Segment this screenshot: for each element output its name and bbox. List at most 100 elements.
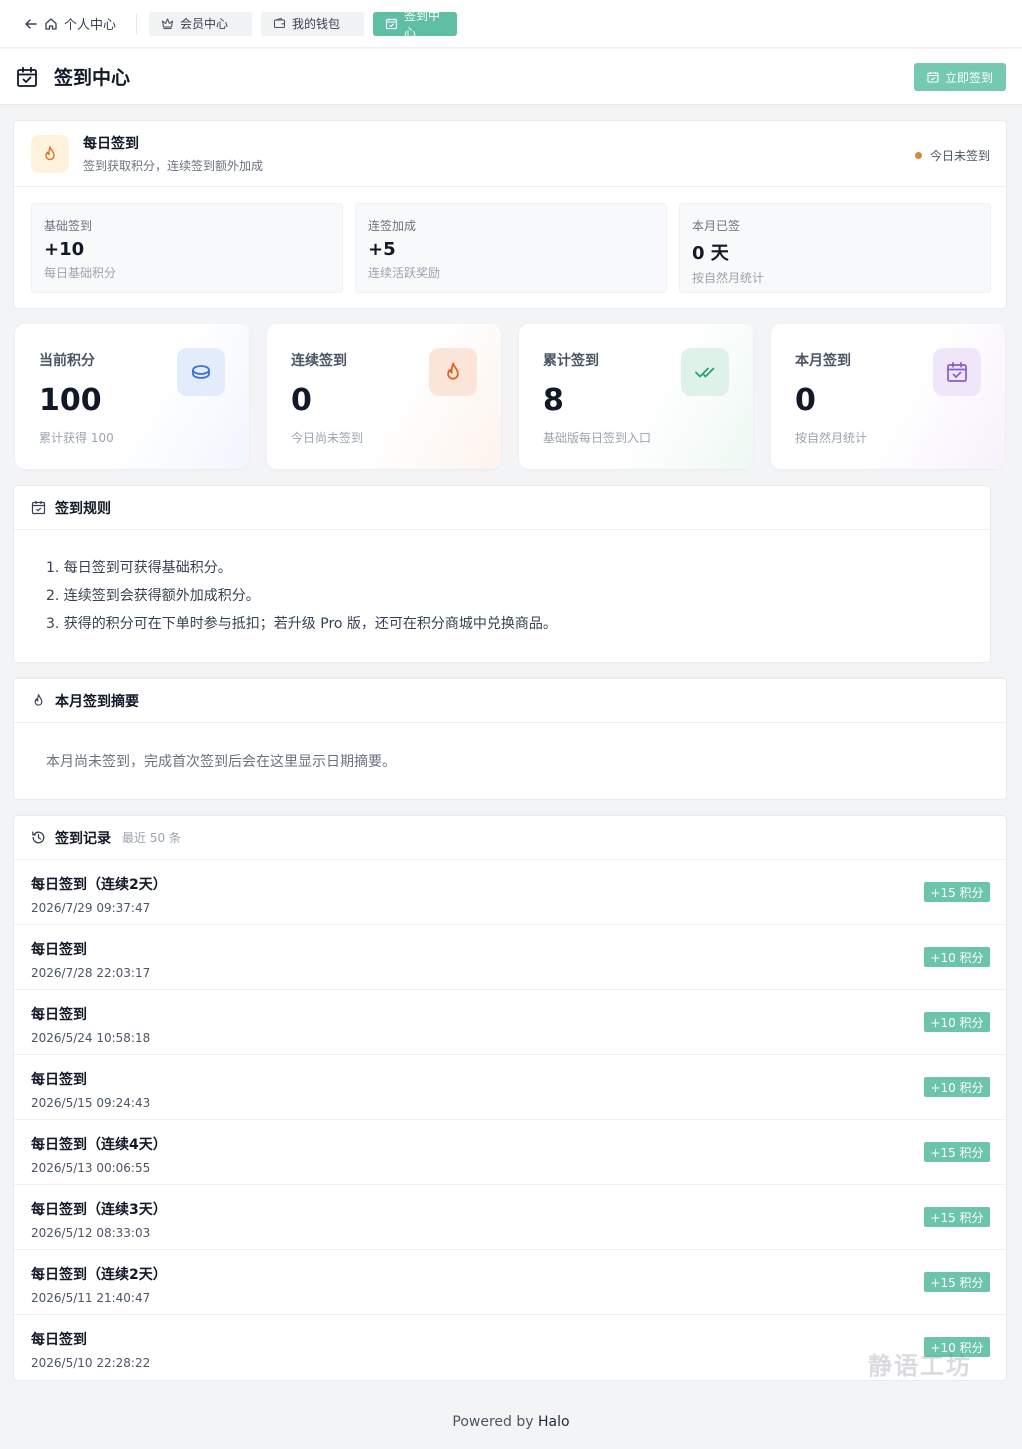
tab-member-center[interactable]: 会员中心 xyxy=(149,11,253,36)
record-row: 每日签到 2026/5/24 10:58:18 +10 积分 xyxy=(14,990,1006,1055)
stat-icon-badge xyxy=(177,348,225,396)
daily-checkin-card: 每日签到 签到获取积分，连续签到额外加成 今日未签到 基础签到 +10 每日基础… xyxy=(13,120,1007,309)
points-badge: +15 积分 xyxy=(924,1207,990,1227)
record-title: 每日签到（连续2天） xyxy=(31,1267,167,1283)
mini-value: +5 xyxy=(368,239,396,260)
back-to-profile-link[interactable]: 个人中心 xyxy=(24,14,116,33)
stat-streak: 连续签到 0 今日尚未签到 xyxy=(267,324,501,469)
points-badge: +10 积分 xyxy=(924,1077,990,1097)
stat-sub: 累计获得 100 xyxy=(39,431,114,445)
record-time: 2026/5/11 21:40:47 xyxy=(31,1291,151,1305)
crown-icon xyxy=(161,17,174,30)
streak-bonus-item: 连签加成 +5 连续活跃奖励 xyxy=(355,203,667,293)
fire-icon xyxy=(31,693,46,708)
home-icon xyxy=(44,17,58,31)
stat-icon-badge xyxy=(933,348,981,396)
fire-icon xyxy=(41,145,59,163)
stat-total-checkins: 累计签到 8 基础版每日签到入口 xyxy=(519,324,753,469)
tab-checkin-center[interactable]: 签到中心 xyxy=(373,9,458,40)
calendar-check-icon xyxy=(31,500,46,515)
checkin-status: 今日未签到 xyxy=(914,147,990,164)
rules-title: 签到规则 xyxy=(55,500,111,517)
page-header: 签到中心 立即签到 xyxy=(0,49,1022,105)
rules-header: 签到规则 xyxy=(14,486,990,530)
points-badge: +15 积分 xyxy=(924,882,990,902)
signin-now-button[interactable]: 立即签到 xyxy=(914,63,1006,91)
summary-text: 本月尚未签到，完成首次签到后会在这里显示日期摘要。 xyxy=(46,754,396,770)
record-row: 每日签到（连续2天） 2026/5/11 21:40:47 +15 积分 xyxy=(14,1250,1006,1315)
double-check-icon xyxy=(693,360,717,384)
summary-header: 本月签到摘要 xyxy=(14,679,1006,723)
points-badge: +10 积分 xyxy=(924,1012,990,1032)
footer-brand-link[interactable]: Halo xyxy=(538,1414,570,1430)
tab-my-wallet[interactable]: 我的钱包 xyxy=(261,11,365,36)
record-time: 2026/5/15 09:24:43 xyxy=(31,1096,151,1110)
rule-item: 3. 获得的积分可在下单时参与抵扣；若升级 Pro 版，还可在积分商城中兑换商品… xyxy=(46,616,557,632)
summary-title: 本月签到摘要 xyxy=(55,693,139,710)
daily-checkin-title: 每日签到 xyxy=(83,136,139,152)
record-time: 2026/7/29 09:37:47 xyxy=(31,901,151,915)
record-time: 2026/5/13 00:06:55 xyxy=(31,1161,151,1175)
tab-label: 我的钱包 xyxy=(292,17,341,31)
base-checkin-item: 基础签到 +10 每日基础积分 xyxy=(31,203,343,293)
record-row: 每日签到 2026/5/10 22:28:22 +10 积分 xyxy=(14,1315,1006,1380)
mini-sub: 每日基础积分 xyxy=(44,266,117,280)
rule-item: 1. 每日签到可获得基础积分。 xyxy=(46,560,232,576)
calendar-check-icon xyxy=(385,17,398,30)
calendar-check-icon xyxy=(927,71,939,83)
checkin-records-card: 签到记录 最近 50 条 每日签到（连续2天） 2026/7/29 09:37:4… xyxy=(13,815,1007,1381)
record-row: 每日签到 2026/5/15 09:24:43 +10 积分 xyxy=(14,1055,1006,1120)
status-dot xyxy=(914,152,922,159)
fire-icon xyxy=(442,361,464,383)
monthly-checked-item: 本月已签 0 天 按自然月统计 xyxy=(679,203,991,293)
record-title: 每日签到（连续3天） xyxy=(31,1202,167,1218)
points-badge: +15 积分 xyxy=(924,1142,990,1162)
tab-label: 签到中心 xyxy=(404,8,441,40)
page-title: 签到中心 xyxy=(54,67,131,89)
stat-current-points: 当前积分 100 累计获得 100 xyxy=(15,324,249,469)
arrow-left-icon xyxy=(24,17,38,31)
calendar-check-icon xyxy=(946,361,968,383)
nav-divider xyxy=(136,13,138,34)
mini-label: 连签加成 xyxy=(368,219,417,233)
record-title: 每日签到 xyxy=(31,1332,87,1348)
top-nav: 个人中心 会员中心 我的钱包 签到中心 xyxy=(0,0,1022,48)
footer: Powered by Halo xyxy=(0,1414,1022,1430)
mini-value: +10 xyxy=(44,239,85,260)
record-title: 每日签到 xyxy=(31,1007,87,1023)
points-badge: +15 积分 xyxy=(924,1272,990,1292)
mini-sub: 连续活跃奖励 xyxy=(368,266,441,280)
daily-checkin-header: 每日签到 签到获取积分，连续签到额外加成 今日未签到 xyxy=(14,121,1006,187)
rule-item: 2. 连续签到会获得额外加成积分。 xyxy=(46,588,260,604)
record-row: 每日签到 2026/7/28 22:03:17 +10 积分 xyxy=(14,925,1006,990)
record-row: 每日签到（连续4天） 2026/5/13 00:06:55 +15 积分 xyxy=(14,1120,1006,1185)
calendar-check-icon xyxy=(16,66,38,88)
record-time: 2026/5/10 22:28:22 xyxy=(31,1356,151,1370)
tab-label: 会员中心 xyxy=(180,17,229,31)
records-title: 签到记录 xyxy=(55,830,111,847)
points-badge: +10 积分 xyxy=(924,1337,990,1357)
stat-sub: 基础版每日签到入口 xyxy=(543,431,652,445)
record-title: 每日签到（连续2天） xyxy=(31,877,167,893)
mini-sub: 按自然月统计 xyxy=(692,271,765,285)
stat-monthly-checkins: 本月签到 0 按自然月统计 xyxy=(771,324,1005,469)
records-count: 最近 50 条 xyxy=(122,831,181,845)
daily-checkin-text: 每日签到 签到获取积分，连续签到额外加成 xyxy=(83,133,263,174)
record-row: 每日签到（连续3天） 2026/5/12 08:33:03 +15 积分 xyxy=(14,1185,1006,1250)
record-title: 每日签到 xyxy=(31,1072,87,1088)
record-time: 2026/5/24 10:58:18 xyxy=(31,1031,151,1045)
rules-card: 签到规则 1. 每日签到可获得基础积分。 2. 连续签到会获得额外加成积分。 3… xyxy=(13,485,991,663)
records-header: 签到记录 最近 50 条 xyxy=(14,816,1006,860)
stat-icon-badge xyxy=(429,348,477,396)
record-time: 2026/5/12 08:33:03 xyxy=(31,1226,151,1240)
record-row: 每日签到（连续2天） 2026/7/29 09:37:47 +15 积分 xyxy=(14,860,1006,925)
stat-icon-badge xyxy=(681,348,729,396)
rules-list: 1. 每日签到可获得基础积分。 2. 连续签到会获得额外加成积分。 3. 获得的… xyxy=(14,530,990,638)
back-label: 个人中心 xyxy=(64,18,117,33)
status-label: 今日未签到 xyxy=(929,149,990,163)
daily-checkin-subtitle: 签到获取积分，连续签到额外加成 xyxy=(83,159,264,173)
wallet-icon xyxy=(273,17,286,30)
history-icon xyxy=(31,830,46,845)
mini-value: 0 天 xyxy=(692,243,729,264)
records-list: 每日签到（连续2天） 2026/7/29 09:37:47 +15 积分 每日签到 20… xyxy=(14,860,1006,1380)
